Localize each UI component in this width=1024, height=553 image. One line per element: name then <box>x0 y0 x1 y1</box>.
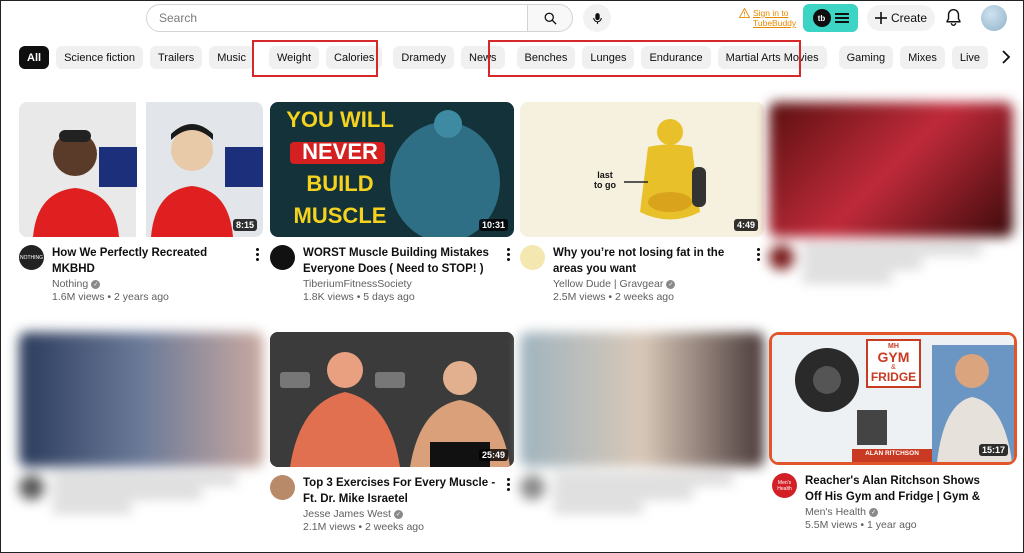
chip-live[interactable]: Live <box>951 46 989 69</box>
channel-avatar[interactable] <box>769 245 794 270</box>
upload-age: 1 year ago <box>867 519 917 531</box>
chips-next-button[interactable] <box>1001 50 1011 69</box>
more-options-button[interactable] <box>502 245 514 263</box>
chip-mixes[interactable]: Mixes <box>900 46 945 69</box>
video-thumbnail[interactable]: MH GYM & FRIDGE ALAN RITCHSON 15:17 <box>772 335 1014 462</box>
tubebuddy-logo-icon: tb <box>812 9 831 27</box>
video-title[interactable]: Why you’re not losing fat in the areas y… <box>553 245 747 277</box>
more-options-button[interactable] <box>752 245 764 263</box>
tubebuddy-signin-link[interactable]: Sign in to TubeBuddy <box>739 8 811 28</box>
video-card[interactable]: last to go 4:49 Why you’re not losing fat… <box>520 102 764 303</box>
view-count: 1.8K views <box>303 291 354 303</box>
hamburger-icon <box>834 13 849 23</box>
video-thumbnail[interactable]: 25:49 <box>270 332 514 467</box>
video-title[interactable]: WORST Muscle Building Mistakes Everyone … <box>303 245 497 277</box>
notifications-button[interactable] <box>945 8 962 32</box>
video-card[interactable]: 25:49 Top 3 Exercises For Every Muscle -… <box>270 332 514 533</box>
warning-icon <box>739 8 750 18</box>
video-duration: 25:49 <box>478 449 508 461</box>
video-card-blurred[interactable] <box>769 102 1013 287</box>
search-button[interactable] <box>528 4 573 32</box>
video-title[interactable]: How We Perfectly Recreated MKBHD <box>52 245 246 277</box>
video-thumbnail[interactable] <box>520 332 764 467</box>
microphone-icon <box>592 12 602 24</box>
search-input[interactable] <box>146 4 528 32</box>
video-duration: 8:15 <box>232 219 257 231</box>
video-title[interactable]: Top 3 Exercises For Every Muscle - Ft. D… <box>303 475 497 507</box>
thumbnail-caption: ALAN RITCHSON <box>865 450 919 457</box>
create-label: Create <box>890 11 928 25</box>
video-thumbnail[interactable]: YOU WILL NEVER BUILD MUSCLE 10:31 <box>270 102 514 237</box>
view-count: 5.5M views <box>805 519 858 531</box>
verified-icon: ✓ <box>91 279 101 289</box>
chip-trailers[interactable]: Trailers <box>150 46 203 69</box>
channel-avatar[interactable] <box>520 245 545 270</box>
thumbnail-caption: last to go <box>594 170 616 190</box>
channel-avatar[interactable] <box>270 245 295 270</box>
highlight-box-exercise-chips <box>488 40 801 77</box>
video-card-blurred[interactable] <box>520 332 764 517</box>
thumbnail-badge: MH GYM & FRIDGE <box>866 339 921 388</box>
chip-science-fiction[interactable]: Science fiction <box>56 46 143 69</box>
verified-icon: ✓ <box>868 507 878 517</box>
video-thumbnail[interactable]: last to go 4:49 <box>520 102 764 237</box>
highlight-box-weight-calories <box>252 40 378 77</box>
view-count: 2.5M views <box>553 291 606 303</box>
search-bar <box>146 4 573 32</box>
video-card[interactable]: YOU WILL NEVER BUILD MUSCLE 10:31 WORST … <box>270 102 514 303</box>
channel-name[interactable]: TiberiumFitnessSociety <box>303 278 412 290</box>
thumbnail-caption: YOU WILL NEVER BUILD MUSCLE <box>286 107 394 228</box>
thumbnail-art <box>624 119 706 220</box>
create-button[interactable]: Create <box>867 5 935 31</box>
channel-avatar[interactable] <box>19 475 44 500</box>
video-duration: 10:31 <box>478 219 508 231</box>
view-count: 2.1M views <box>303 521 356 533</box>
video-duration: 15:17 <box>978 444 1008 456</box>
top-header: Sign in to TubeBuddy tb Create <box>1 1 1023 37</box>
upload-age: 2 weeks ago <box>365 521 424 533</box>
plus-icon <box>874 12 887 24</box>
thumbnail-art <box>33 124 263 237</box>
upload-age: 2 years ago <box>114 291 169 303</box>
channel-avatar[interactable]: NOTHING <box>19 245 44 270</box>
channel-name[interactable]: Yellow Dude | Gravgear <box>553 278 663 290</box>
video-thumbnail[interactable]: 8:15 <box>19 102 263 237</box>
thumbnail-art <box>270 332 514 467</box>
search-icon <box>544 12 557 25</box>
channel-name[interactable]: Nothing <box>52 278 88 290</box>
more-options-button[interactable] <box>502 475 514 493</box>
chip-dramedy[interactable]: Dramedy <box>393 46 455 69</box>
video-title[interactable]: Reacher's Alan Ritchson Shows Off His Gy… <box>805 473 999 505</box>
more-options-button[interactable] <box>251 245 263 263</box>
chip-gaming[interactable]: Gaming <box>838 46 894 69</box>
voice-search-button[interactable] <box>583 4 611 32</box>
view-count: 1.6M views <box>52 291 105 303</box>
channel-avatar[interactable] <box>270 475 295 500</box>
channel-avatar[interactable]: Men's Health <box>772 473 797 498</box>
chevron-right-icon <box>1002 50 1011 64</box>
upload-age: 5 days ago <box>363 291 415 303</box>
video-card-highlighted[interactable]: MH GYM & FRIDGE ALAN RITCHSON 15:17 Men'… <box>769 332 1017 531</box>
channel-avatar[interactable] <box>520 475 545 500</box>
video-thumbnail[interactable] <box>19 332 263 467</box>
verified-icon: ✓ <box>393 509 403 519</box>
channel-name[interactable]: Men's Health <box>805 506 866 518</box>
video-card-blurred[interactable] <box>19 332 263 517</box>
video-duration: 4:49 <box>733 219 758 231</box>
upload-age: 2 weeks ago <box>615 291 674 303</box>
bell-icon <box>946 8 961 26</box>
account-avatar[interactable] <box>981 5 1007 31</box>
chip-all[interactable]: All <box>19 46 50 69</box>
chip-music[interactable]: Music <box>209 46 254 69</box>
channel-name[interactable]: Jesse James West <box>303 508 391 520</box>
video-card[interactable]: 8:15 NOTHING How We Perfectly Recreated … <box>19 102 263 303</box>
verified-icon: ✓ <box>666 279 676 289</box>
tubebuddy-menu-button[interactable]: tb <box>803 4 858 32</box>
video-thumbnail[interactable] <box>769 102 1013 237</box>
